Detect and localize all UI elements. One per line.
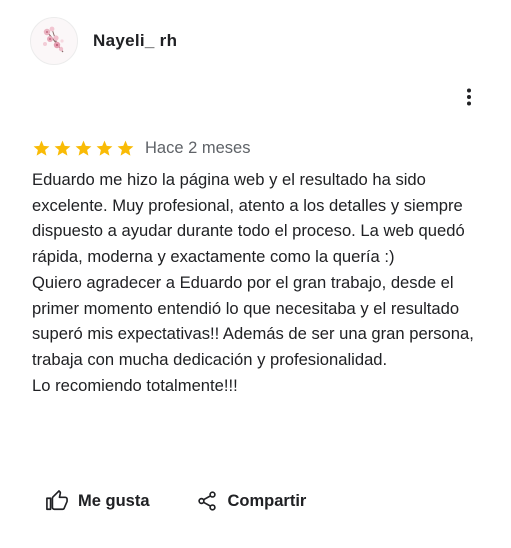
more-options-button[interactable]: [459, 86, 479, 108]
star-icon: [96, 140, 113, 156]
review-header: Nayeli_ rh: [30, 17, 177, 65]
star-icon: [75, 140, 92, 156]
review-paragraph: Eduardo me hizo la página web y el resul…: [32, 170, 465, 267]
review-date: Hace 2 meses: [145, 138, 251, 157]
like-button[interactable]: Me gusta: [46, 490, 150, 512]
star-icon: [54, 140, 71, 156]
review-paragraph: Lo recomiendo totalmente!!!: [32, 375, 238, 395]
thumb-up-icon: [46, 490, 68, 511]
star-rating: [32, 139, 135, 158]
like-label: Me gusta: [78, 491, 150, 510]
avatar[interactable]: [30, 17, 78, 65]
author-name[interactable]: Nayeli_ rh: [93, 31, 177, 51]
review-text: Eduardo me hizo la página web y el resul…: [32, 167, 492, 398]
share-label: Compartir: [227, 491, 307, 510]
share-icon: [197, 491, 216, 511]
avatar-flower-image: [43, 26, 64, 53]
star-icon: [117, 140, 134, 156]
star-icon: [33, 140, 50, 156]
more-vert-icon: [467, 88, 471, 106]
review-actions: Me gusta Compartir: [46, 488, 306, 514]
rating-row: Hace 2 meses: [32, 137, 250, 159]
share-button[interactable]: Compartir: [196, 490, 307, 512]
review-paragraph: Quiero agradecer a Eduardo por el gran t…: [32, 272, 474, 369]
